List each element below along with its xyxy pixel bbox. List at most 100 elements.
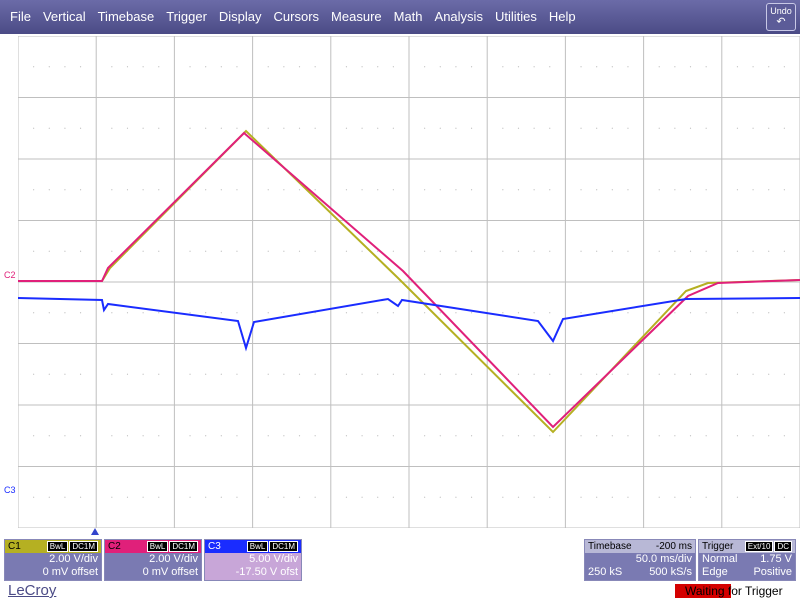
- grid-tick: [768, 189, 770, 191]
- menu-display[interactable]: Display: [213, 0, 268, 34]
- grid-tick: [674, 250, 676, 252]
- c3-level-marker[interactable]: C3: [4, 485, 16, 495]
- grid-tick: [596, 250, 598, 252]
- grid-tick: [674, 373, 676, 375]
- grid-tick: [48, 127, 50, 129]
- grid-tick: [752, 373, 754, 375]
- waveform-grid[interactable]: [18, 36, 800, 528]
- grid-tick: [126, 435, 129, 437]
- grid-tick: [549, 250, 551, 252]
- grid-tick: [220, 250, 222, 252]
- grid-tick: [736, 66, 739, 68]
- grid-tick: [611, 189, 613, 191]
- grid-tick: [158, 312, 160, 314]
- grid-tick: [658, 127, 660, 129]
- grid-tick: [126, 127, 129, 129]
- grid-tick: [705, 66, 707, 68]
- grid-tick: [658, 435, 660, 437]
- grid-tick: [111, 496, 113, 498]
- menu-cursors[interactable]: Cursors: [268, 0, 326, 34]
- menu-help[interactable]: Help: [543, 0, 582, 34]
- grid-tick: [298, 496, 301, 498]
- grid-tick: [439, 373, 441, 375]
- grid-tick: [533, 66, 535, 68]
- grid-tick: [79, 435, 82, 437]
- grid-tick: [424, 189, 426, 191]
- grid-tick: [33, 189, 35, 191]
- c3-offset: -17.50 V ofst: [235, 566, 298, 578]
- grid-tick: [439, 189, 441, 191]
- grid-tick: [752, 66, 754, 68]
- grid-tick: [752, 250, 754, 252]
- trigger-position-marker[interactable]: [91, 528, 99, 535]
- grid-tick: [111, 250, 113, 252]
- grid-tick: [126, 373, 129, 375]
- grid-tick: [517, 66, 520, 68]
- grid-tick: [64, 312, 66, 314]
- grid-tick: [596, 189, 598, 191]
- trigger-descriptor[interactable]: Trigger Ext/10 DC Normal 1.75 V Edge Posi…: [698, 539, 796, 581]
- undo-button[interactable]: Undo ↶: [766, 3, 796, 31]
- c3-descriptor[interactable]: C3 BwL DC1M 5.00 V/div -17.50 V ofst: [204, 539, 302, 581]
- grid-tick: [627, 127, 629, 129]
- c1-name: C1: [8, 541, 21, 552]
- grid-tick: [424, 127, 426, 129]
- grid-tick: [705, 496, 707, 498]
- grid-tick: [768, 496, 770, 498]
- grid-tick: [189, 435, 191, 437]
- grid-tick: [533, 496, 535, 498]
- grid-tick: [596, 66, 598, 68]
- menu-timebase[interactable]: Timebase: [92, 0, 161, 34]
- c1-coupling-tag: DC1M: [69, 541, 98, 552]
- grid-tick: [580, 127, 582, 129]
- grid-tick: [752, 496, 754, 498]
- grid-tick: [580, 312, 582, 314]
- grid-tick: [377, 66, 379, 68]
- menu-math[interactable]: Math: [388, 0, 429, 34]
- grid-tick: [470, 312, 473, 314]
- menu-measure[interactable]: Measure: [325, 0, 388, 34]
- grid-tick: [345, 189, 348, 191]
- menu-file[interactable]: File: [4, 0, 37, 34]
- grid-tick: [455, 312, 457, 314]
- grid-tick: [580, 496, 582, 498]
- grid-tick: [79, 127, 82, 129]
- grid-tick: [189, 373, 191, 375]
- menu-vertical[interactable]: Vertical: [37, 0, 92, 34]
- grid-tick: [736, 127, 739, 129]
- grid-tick: [220, 189, 222, 191]
- grid-tick: [502, 189, 504, 191]
- grid-tick: [470, 66, 473, 68]
- grid-tick: [470, 250, 473, 252]
- grid-tick: [549, 127, 551, 129]
- c1-descriptor[interactable]: C1 BwL DC1M 2.00 V/div 0 mV offset: [4, 539, 102, 581]
- menu-analysis[interactable]: Analysis: [429, 0, 489, 34]
- grid-tick: [205, 66, 207, 68]
- grid-tick: [314, 189, 316, 191]
- grid-tick: [627, 312, 629, 314]
- grid-tick: [126, 312, 129, 314]
- grid-tick: [705, 435, 707, 437]
- acquisition-status: Waiting for Trigger: [675, 584, 783, 598]
- grid-tick: [142, 250, 144, 252]
- grid-tick: [189, 250, 191, 252]
- grid-tick: [502, 435, 504, 437]
- menu-utilities[interactable]: Utilities: [489, 0, 543, 34]
- timebase-rate: 500 kS/s: [649, 566, 692, 578]
- c2-level-marker[interactable]: C2: [4, 270, 16, 280]
- grid-tick: [48, 66, 50, 68]
- grid-tick: [736, 189, 739, 191]
- undo-icon: ↶: [776, 16, 786, 28]
- grid-tick: [158, 496, 160, 498]
- grid-tick: [345, 435, 348, 437]
- timebase-descriptor[interactable]: Timebase -200 ms 50.0 ms/div 250 kS 500 …: [584, 539, 696, 581]
- grid-lines: [18, 36, 800, 528]
- c3-name: C3: [208, 541, 221, 552]
- grid-tick: [705, 189, 707, 191]
- menu-trigger[interactable]: Trigger: [160, 0, 213, 34]
- c2-descriptor[interactable]: C2 BwL DC1M 2.00 V/div 0 mV offset: [104, 539, 202, 581]
- trigger-coupling-tag: DC: [774, 541, 792, 552]
- grid-tick: [674, 496, 676, 498]
- grid-tick: [768, 373, 770, 375]
- grid-tick: [142, 496, 144, 498]
